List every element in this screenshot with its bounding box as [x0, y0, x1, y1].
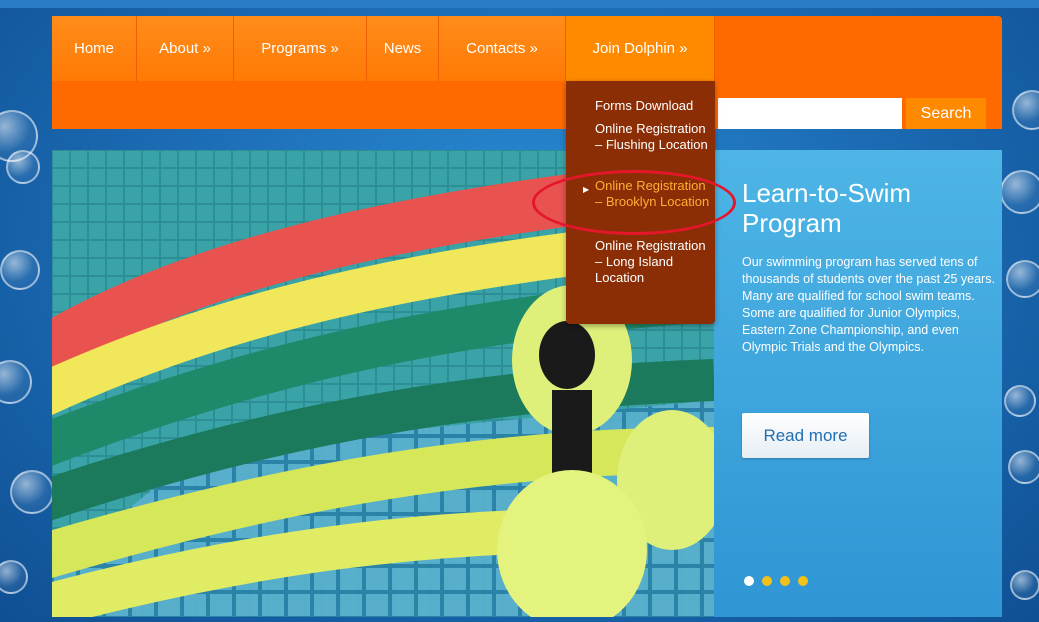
bubble-decoration	[0, 560, 28, 594]
bubble-decoration	[1008, 450, 1039, 484]
hero-slider: Learn-to-Swim Program Our swimming progr…	[52, 150, 1002, 617]
nav-item-contacts[interactable]: Contacts »	[439, 16, 566, 81]
slider-dot[interactable]	[744, 576, 754, 586]
slide-description: Our swimming program has served tens of …	[742, 255, 995, 354]
nav-item-news[interactable]: News	[367, 16, 439, 81]
dropdown-item-forms-download[interactable]: Forms Download	[595, 98, 713, 114]
nav-item-about[interactable]: About »	[137, 16, 234, 81]
nav-menu: Home About » Programs » News Contacts » …	[52, 16, 715, 81]
nav-item-join-dolphin[interactable]: Join Dolphin »	[566, 16, 715, 81]
bubble-decoration	[10, 470, 54, 514]
bubble-decoration	[1004, 385, 1036, 417]
bubble-decoration	[0, 250, 40, 290]
slider-dot[interactable]	[780, 576, 790, 586]
nav-item-home[interactable]: Home	[52, 16, 137, 81]
read-more-button[interactable]: Read more	[742, 413, 869, 458]
slide-info-panel: Learn-to-Swim Program Our swimming progr…	[714, 150, 1002, 617]
bubble-decoration	[1000, 170, 1039, 214]
bubble-decoration	[1010, 570, 1039, 600]
bubble-decoration	[6, 150, 40, 184]
search-input[interactable]	[718, 98, 902, 129]
search-button[interactable]: Search	[906, 98, 986, 129]
slider-dot[interactable]	[798, 576, 808, 586]
slider-dot[interactable]	[762, 576, 772, 586]
bubble-decoration	[1006, 260, 1039, 298]
slider-pagination	[744, 576, 808, 586]
dropdown-item-registration-long-island[interactable]: Online Registration – Long Island Locati…	[595, 238, 713, 286]
slide-title: Learn-to-Swim Program	[742, 178, 912, 238]
dropdown-item-registration-flushing[interactable]: Online Registration – Flushing Location	[595, 121, 713, 153]
nav-item-programs[interactable]: Programs »	[234, 16, 367, 81]
annotation-circle	[532, 170, 736, 235]
bubble-decoration	[0, 360, 32, 404]
top-strip	[0, 0, 1039, 8]
bubble-decoration	[1012, 90, 1039, 130]
